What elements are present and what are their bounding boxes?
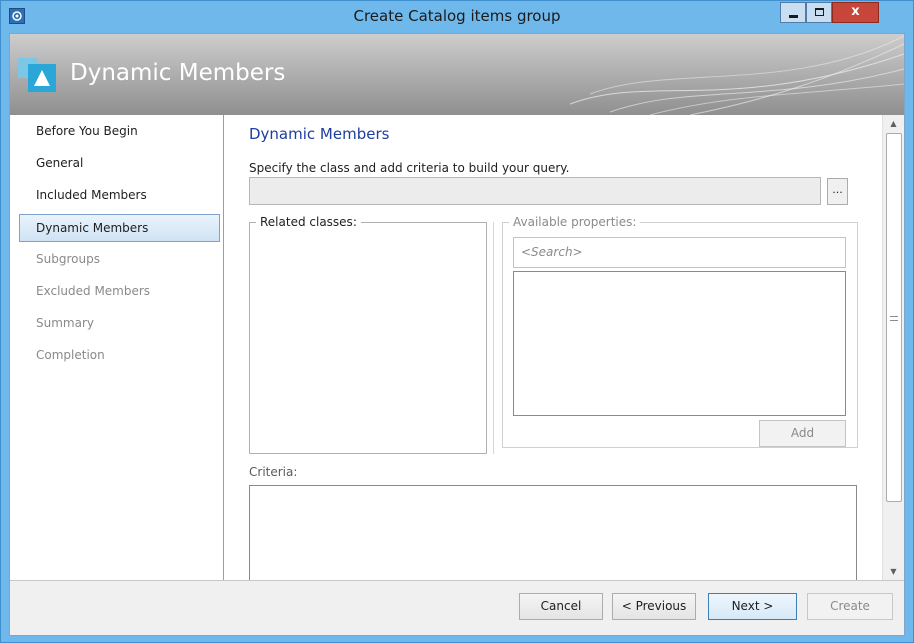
step-excluded-members[interactable]: Excluded Members [19,278,220,306]
criteria-area[interactable] [249,485,857,580]
step-subgroups[interactable]: Subgroups [19,246,220,274]
available-properties-list[interactable] [513,271,846,416]
related-classes-group[interactable]: Related classes: [249,215,487,454]
create-button[interactable]: Create [807,593,893,620]
step-general[interactable]: General [19,150,220,178]
related-classes-label: Related classes: [256,215,361,229]
scroll-thumb[interactable] [886,133,902,502]
scroll-up-arrow-icon[interactable]: ▲ [883,115,904,132]
next-button[interactable]: Next > [708,593,797,620]
content-scrollbar[interactable]: ▲ ▼ [882,115,904,580]
available-properties-group: Available properties: <Search> Add [502,215,858,448]
grip-icon [890,316,898,321]
banner-title: Dynamic Members [70,60,286,86]
step-completion[interactable]: Completion [19,342,220,370]
page-content: Dynamic Members Specify the class and ad… [224,115,882,580]
page-title: Dynamic Members [249,125,390,143]
wizard-step-list: Before You Begin General Included Member… [10,115,224,580]
banner-wave-decoration [570,35,904,115]
step-dynamic-members[interactable]: Dynamic Members [19,214,220,242]
header-banner: Dynamic Members [10,34,904,115]
window-title: Create Catalog items group [353,7,561,25]
close-icon[interactable] [832,2,879,23]
step-summary[interactable]: Summary [19,310,220,338]
wizard-footer: Cancel < Previous Next > Create [10,580,904,635]
previous-button[interactable]: < Previous [612,593,696,620]
group-icon [18,58,56,92]
panel-divider [493,222,494,454]
property-search-input[interactable]: <Search> [513,237,846,268]
class-field[interactable] [249,177,821,205]
cancel-button[interactable]: Cancel [519,593,603,620]
step-included-members[interactable]: Included Members [19,182,220,210]
title-bar: Create Catalog items group [1,1,913,33]
wizard-client-area: Dynamic Members Before You Begin General… [9,33,905,636]
minimize-icon[interactable] [780,2,806,23]
step-before-you-begin[interactable]: Before You Begin [19,118,220,146]
maximize-icon[interactable] [806,2,832,23]
criteria-label: Criteria: [249,465,298,479]
available-properties-label: Available properties: [509,215,641,229]
scroll-down-arrow-icon[interactable]: ▼ [883,563,904,580]
add-property-button[interactable]: Add [759,420,846,447]
instruction-text: Specify the class and add criteria to bu… [249,161,570,175]
wizard-window: Create Catalog items group Dynamic Membe… [0,0,914,643]
browse-class-button[interactable]: ... [827,178,848,205]
